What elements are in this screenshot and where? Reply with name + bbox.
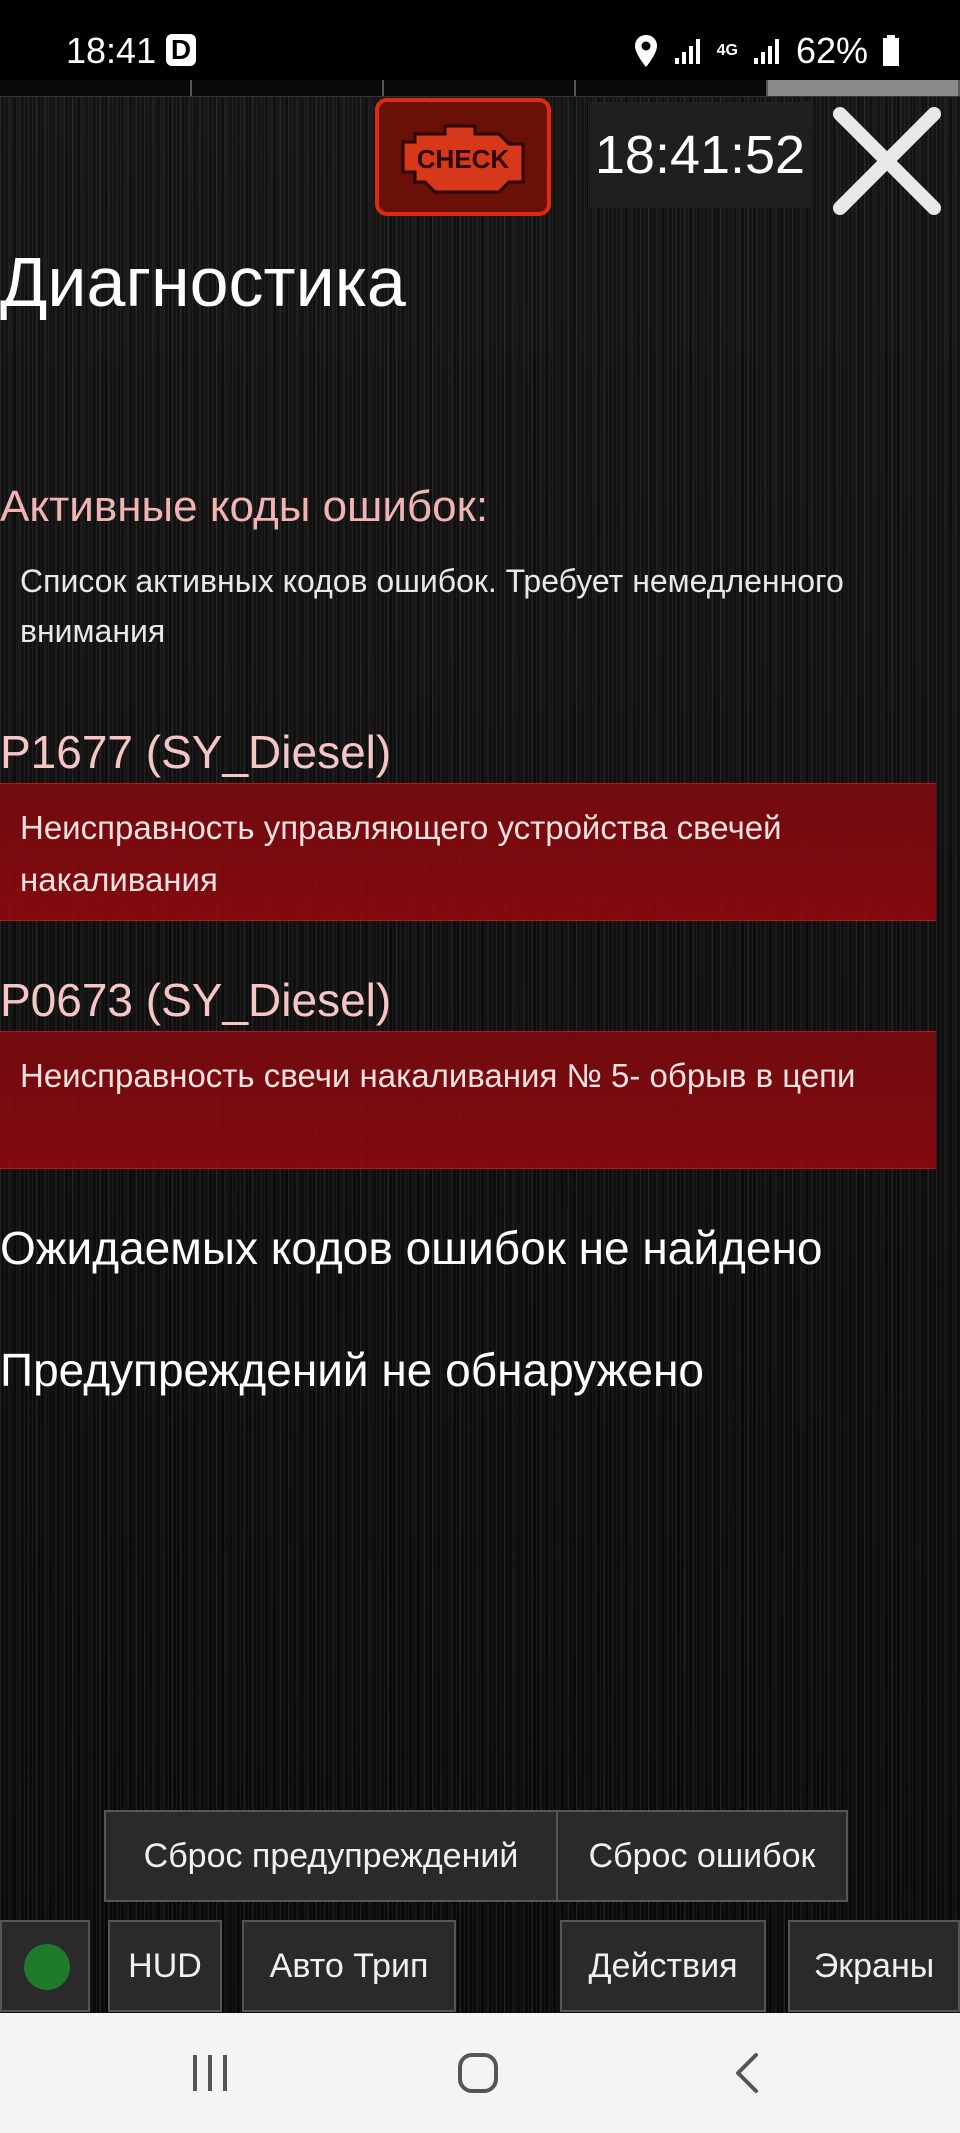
- close-icon: [833, 107, 941, 215]
- page-title: Диагностика: [0, 243, 406, 321]
- check-engine-icon[interactable]: CHECK: [375, 98, 551, 216]
- progress-segment-active: [768, 80, 960, 96]
- auto-trip-button[interactable]: Авто Трип: [242, 1920, 456, 2012]
- status-icons: 4G 62%: [633, 30, 900, 72]
- reset-warnings-button[interactable]: Сброс предупреждений: [104, 1810, 558, 1902]
- error-code-title: P1677 (SY_Diesel): [0, 726, 392, 778]
- status-time: 18:41: [66, 30, 157, 71]
- back-icon[interactable]: [732, 2051, 762, 2095]
- connection-indicator-button[interactable]: [0, 1920, 90, 2012]
- top-progress-bar: [0, 80, 960, 97]
- hud-button[interactable]: HUD: [108, 1920, 222, 2012]
- home-icon[interactable]: [456, 2051, 500, 2095]
- error-code-description: Неисправность управляющего устройства св…: [0, 783, 936, 921]
- connection-status-icon: [24, 1944, 70, 1990]
- system-nav-bar: [0, 2013, 960, 2133]
- network-type-label: 4G: [716, 42, 738, 59]
- actions-button[interactable]: Действия: [560, 1920, 766, 2012]
- progress-segment: [384, 80, 576, 96]
- active-codes-label: Активные коды ошибок:: [0, 482, 489, 531]
- error-code-title: P0673 (SY_Diesel): [0, 974, 392, 1026]
- engine-icon: CHECK: [401, 124, 525, 194]
- battery-icon: [883, 35, 899, 66]
- battery-percent: 62%: [795, 30, 868, 71]
- location-icon: [634, 35, 657, 67]
- expected-codes-text: Ожидаемых кодов ошибок не найдено: [0, 1222, 823, 1274]
- reset-errors-button[interactable]: Сброс ошибок: [556, 1810, 848, 1902]
- app-screen: CHECK 18:41:52 Диагностика Активные коды…: [0, 80, 960, 2013]
- check-label: CHECK: [417, 144, 510, 174]
- d-badge-icon: D: [166, 34, 196, 66]
- clock-display: 18:41:52: [590, 102, 810, 208]
- warnings-text: Предупреждений не обнаружено: [0, 1344, 704, 1396]
- recent-apps-icon[interactable]: [190, 2051, 230, 2095]
- error-code-description: Неисправность свечи накаливания № 5- обр…: [0, 1031, 936, 1169]
- signal-icon-2: [753, 39, 779, 64]
- progress-segment: [0, 80, 192, 96]
- active-codes-description: Список активных кодов ошибок. Требует не…: [20, 563, 844, 649]
- screens-button[interactable]: Экраны: [788, 1920, 960, 2012]
- status-bar: 18:41 D 4G 62%: [0, 0, 960, 80]
- close-button[interactable]: [828, 102, 946, 220]
- progress-segment: [192, 80, 384, 96]
- progress-segment: [576, 80, 768, 96]
- signal-icon: [674, 39, 700, 64]
